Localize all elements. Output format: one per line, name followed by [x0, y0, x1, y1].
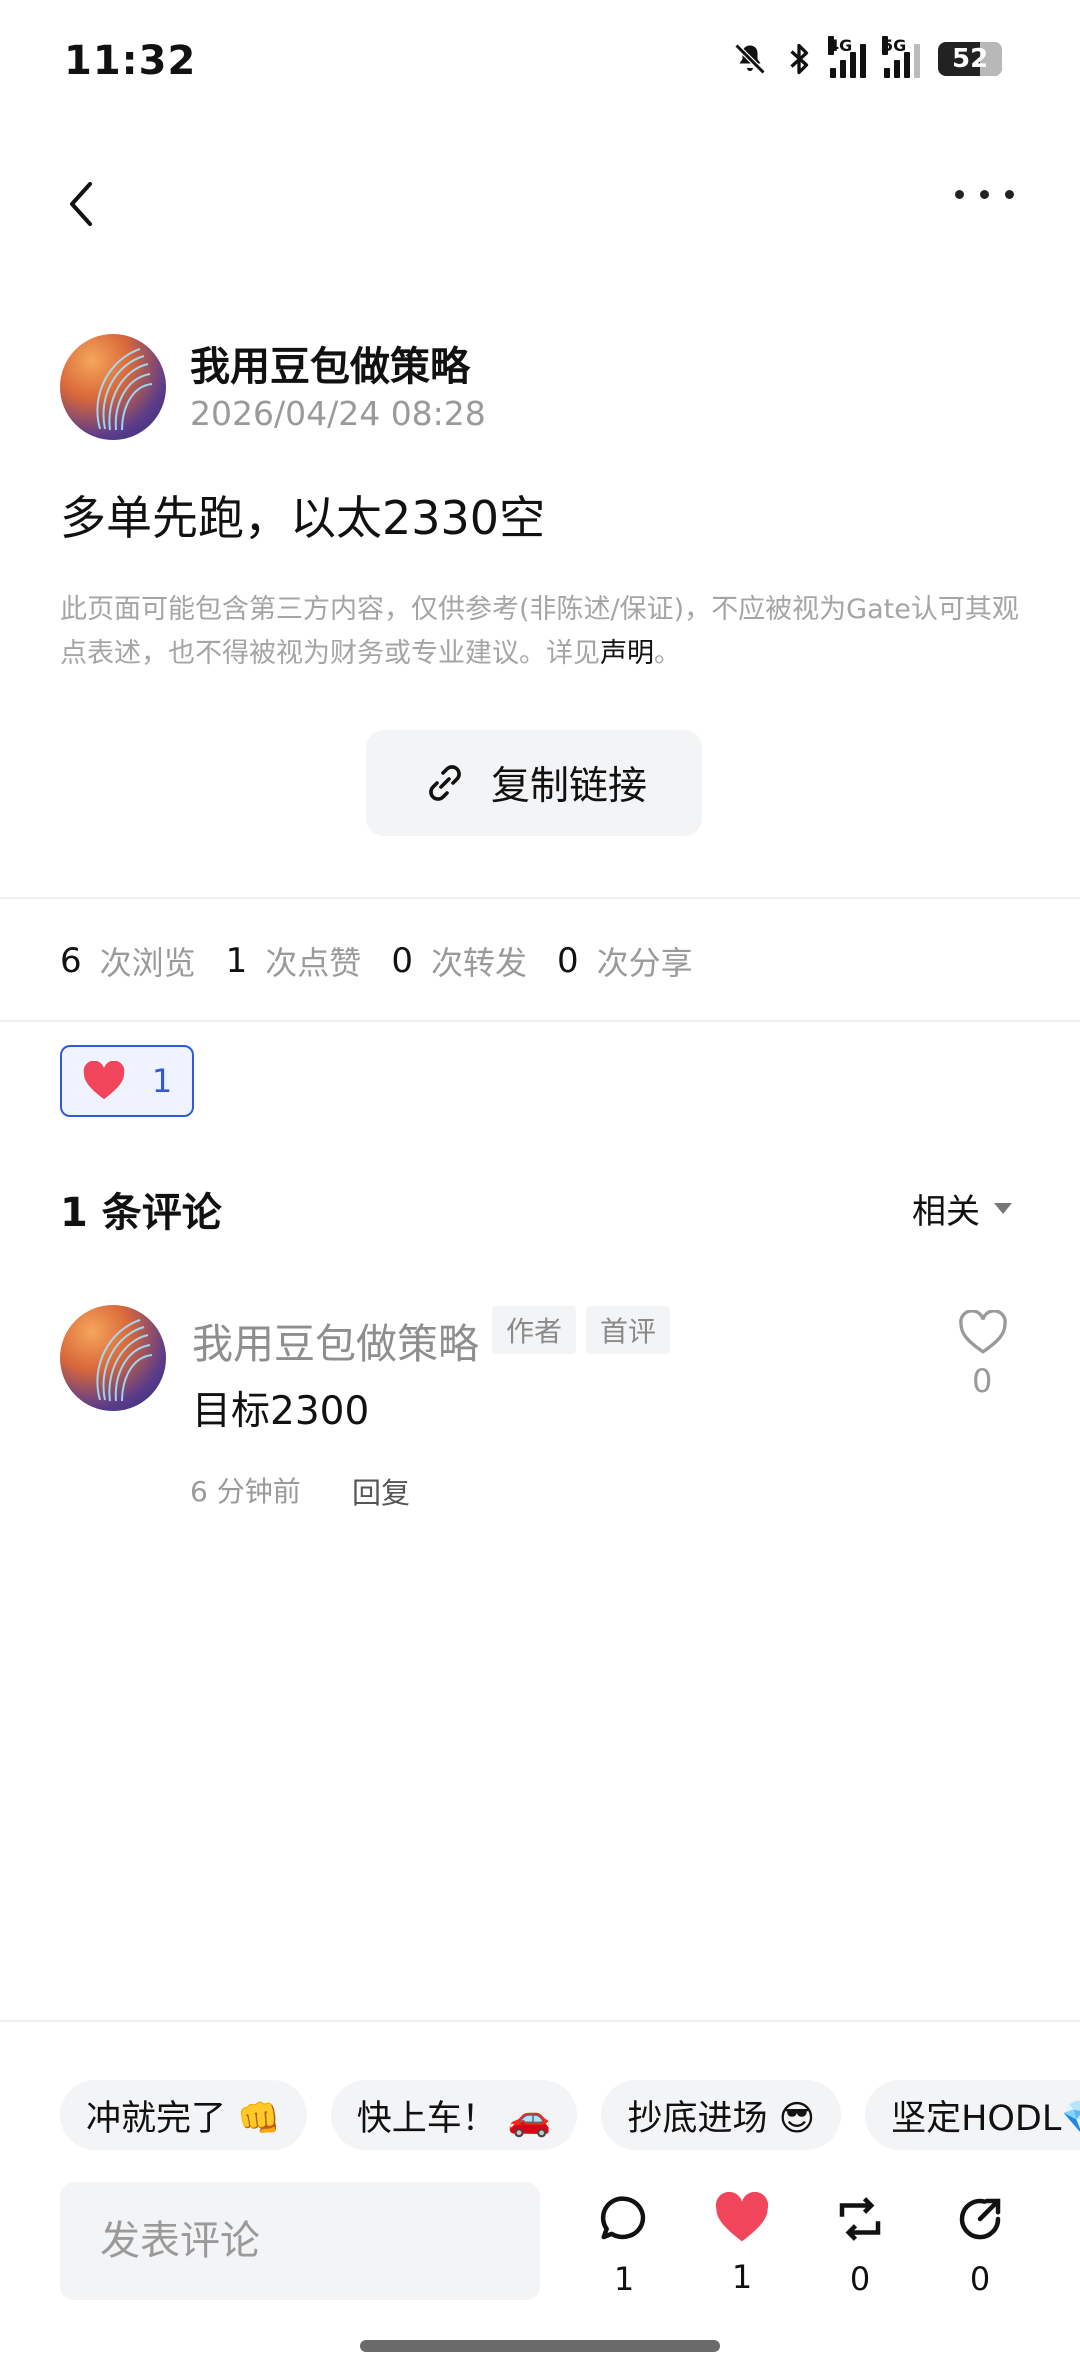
commenter-name[interactable]: 我用豆包做策略 — [192, 1310, 479, 1370]
link-icon — [429, 765, 461, 801]
likes-label: 次点赞 — [265, 944, 362, 982]
quick-reply-row: 冲就完了 👊 快上车！ 🚗 抄底进场 😎 坚定HODL💎 — [60, 2080, 1080, 2150]
share-icon — [959, 2198, 1001, 2240]
quick-reply-chip[interactable]: 抄底进场 😎 — [601, 2080, 842, 2150]
comments-title: 1 条评论 — [60, 1190, 222, 1236]
signal-4g-icon: 4G — [828, 36, 866, 78]
shares-count: 0 — [556, 941, 579, 981]
reply-button[interactable]: 回复 — [352, 1470, 410, 1512]
copy-link-label: 复制链接 — [490, 764, 647, 809]
back-arrow-icon[interactable] — [60, 178, 104, 230]
quick-reply-chip[interactable]: 快上车！ 🚗 — [330, 2080, 578, 2150]
more-options-icon[interactable] — [955, 190, 1014, 199]
quick-reply-chip[interactable]: 坚定HODL💎 — [865, 2080, 1080, 2150]
reaction-like-chip[interactable]: 1 — [60, 1045, 194, 1117]
disclaimer-text: 此页面可能包含第三方内容，仅供参考(非陈述/保证)，不应被视为Gate认可其观点… — [60, 594, 1019, 669]
quick-reply-chip[interactable]: 冲就完了 👊 — [60, 2080, 307, 2150]
sort-dropdown[interactable]: 相关 — [912, 1184, 1012, 1233]
reposts-count: 0 — [391, 941, 413, 981]
sort-label: 相关 — [912, 1192, 980, 1232]
first-comment-tag: 首评 — [586, 1306, 671, 1354]
comment-input[interactable] — [60, 2182, 540, 2300]
like-action[interactable]: 1 — [702, 2192, 782, 2296]
dropdown-triangle-icon — [994, 1203, 1012, 1214]
repost-action[interactable]: 0 — [820, 2192, 900, 2298]
shares-label: 次分享 — [596, 944, 693, 982]
post-stats: 6 次浏览 1 次点赞 0 次转发 0 次分享 — [60, 938, 723, 984]
status-icons: 4G 5G 52 — [732, 36, 1002, 78]
home-indicator[interactable] — [360, 2340, 720, 2352]
author-avatar[interactable] — [60, 334, 166, 440]
repost-action-count: 0 — [849, 2260, 871, 2298]
comment-text: 目标2300 — [192, 1389, 370, 1434]
status-time: 11:32 — [64, 38, 197, 84]
commenter-avatar[interactable] — [60, 1305, 166, 1411]
comment-like-heart-icon[interactable] — [958, 1310, 1008, 1356]
divider — [0, 897, 1080, 899]
views-label: 次浏览 — [99, 944, 196, 982]
likes-count: 1 — [225, 941, 248, 981]
copy-link-button[interactable]: 复制链接 — [366, 730, 702, 836]
author-tag: 作者 — [492, 1306, 577, 1354]
reaction-like-count: 1 — [151, 1062, 173, 1100]
share-action[interactable]: 0 — [940, 2192, 1020, 2298]
share-action-count: 0 — [969, 2260, 991, 2298]
repost-icon — [839, 2197, 881, 2241]
like-action-count: 1 — [731, 2258, 753, 2296]
heart-filled-icon — [715, 2192, 769, 2242]
comment-action[interactable]: 1 — [584, 2192, 664, 2298]
post-timestamp: 2026/04/24 08:28 — [190, 394, 486, 433]
comment-bubble-icon — [600, 2196, 646, 2240]
battery-icon: 52 — [938, 42, 1002, 76]
bluetooth-icon — [790, 43, 809, 75]
divider — [0, 1020, 1080, 1022]
disclaimer-link[interactable]: 声明 — [600, 638, 654, 669]
views-count: 6 — [60, 941, 82, 981]
comment-like-count: 0 — [972, 1362, 993, 1400]
heart-icon — [83, 1061, 125, 1100]
comment-action-count: 1 — [613, 2260, 635, 2298]
signal-5g-icon: 5G — [882, 36, 920, 78]
post-content: 多单先跑，以太2330空 — [60, 491, 546, 545]
comment-time: 6 分钟前 — [190, 1475, 301, 1508]
reposts-label: 次转发 — [430, 944, 527, 982]
author-name[interactable]: 我用豆包做策略 — [190, 334, 470, 392]
divider — [0, 2020, 1080, 2022]
mute-bell-icon — [734, 43, 766, 75]
